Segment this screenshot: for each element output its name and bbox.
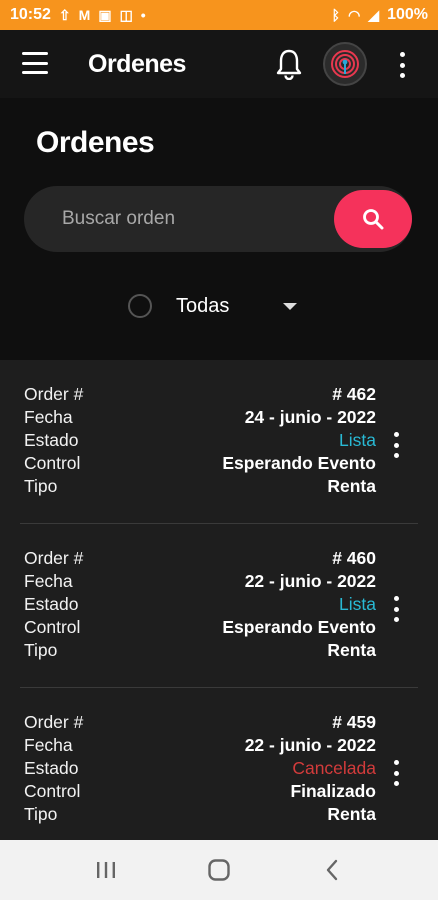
- order-label: Estado: [24, 430, 79, 450]
- order-label: Order #: [24, 384, 84, 404]
- order-row-type: Tipo Renta: [24, 640, 376, 663]
- wifi-icon: ◠: [348, 6, 361, 23]
- order-value: # 462: [332, 384, 376, 404]
- order-status-value: Lista: [339, 430, 376, 450]
- image-icon: ◫: [119, 6, 133, 23]
- order-row-number: Order # # 459: [24, 712, 376, 735]
- order-label: Estado: [24, 594, 79, 614]
- order-label: Order #: [24, 548, 84, 568]
- order-row-status: Estado Lista: [24, 594, 376, 617]
- hamburger-menu-icon[interactable]: [22, 52, 48, 74]
- order-row-control: Control Finalizado: [24, 781, 376, 804]
- order-row-control: Control Esperando Evento: [24, 453, 376, 476]
- upload-icon: ⇧: [58, 6, 71, 23]
- order-label: Fecha: [24, 735, 73, 755]
- battery-icon: 100%: [387, 6, 428, 23]
- order-status-value: Lista: [339, 594, 376, 614]
- search-bar: [24, 186, 412, 252]
- order-value: Finalizado: [290, 781, 376, 801]
- order-value: Esperando Evento: [222, 453, 376, 473]
- system-navigation-bar: [0, 840, 438, 900]
- order-more-icon[interactable]: [390, 596, 402, 622]
- order-value: Renta: [327, 640, 376, 660]
- order-row-number: Order # # 462: [24, 384, 376, 407]
- dot-icon: •: [140, 7, 146, 23]
- filter-radio[interactable]: [128, 294, 152, 318]
- divider: [20, 687, 418, 688]
- order-label: Control: [24, 617, 81, 637]
- filter-selected-label: Todas: [176, 294, 230, 317]
- page-title: Ordenes: [36, 126, 155, 159]
- status-bar: 10:52 ⇧ M ▣ ◫ • ᛒ ◠ ◢ 100%: [0, 0, 438, 30]
- order-status-value: Cancelada: [292, 758, 376, 778]
- order-row-control: Control Esperando Evento: [24, 617, 376, 640]
- order-value: Renta: [327, 804, 376, 824]
- order-row-type: Tipo Renta: [24, 476, 376, 499]
- order-more-icon[interactable]: [390, 760, 402, 786]
- order-card[interactable]: Order # # 459 Fecha 22 - junio - 2022 Esta…: [0, 712, 438, 840]
- orders-list: Order # # 462 Fecha 24 - junio - 2022 Esta…: [0, 360, 438, 840]
- signal-icon: ◢: [368, 6, 380, 23]
- order-label: Estado: [24, 758, 79, 778]
- chevron-down-icon: [283, 302, 298, 310]
- order-value: Esperando Evento: [222, 617, 376, 637]
- order-row-date: Fecha 22 - junio - 2022: [24, 571, 376, 594]
- broadcast-icon: [331, 50, 359, 78]
- order-label: Tipo: [24, 476, 58, 496]
- order-value: # 459: [332, 712, 376, 732]
- order-row-status: Estado Lista: [24, 430, 376, 453]
- search-input[interactable]: [62, 204, 322, 234]
- order-label: Order #: [24, 712, 84, 732]
- order-value: # 460: [332, 548, 376, 568]
- status-time: 10:52: [10, 6, 51, 23]
- status-filter-dropdown[interactable]: Todas: [128, 294, 298, 318]
- bluetooth-icon: ᛒ: [331, 7, 341, 23]
- order-row-date: Fecha 22 - junio - 2022: [24, 735, 376, 758]
- profile-avatar[interactable]: [323, 42, 367, 86]
- app-bar: Ordenes: [0, 30, 438, 98]
- order-value: 24 - junio - 2022: [244, 407, 376, 427]
- order-row-date: Fecha 24 - junio - 2022: [24, 407, 376, 430]
- order-label: Fecha: [24, 407, 73, 427]
- more-options-icon[interactable]: [392, 52, 412, 78]
- order-row-number: Order # # 460: [24, 548, 376, 571]
- app-bar-title: Ordenes: [88, 50, 186, 78]
- order-row-status: Estado Cancelada: [24, 758, 376, 781]
- order-label: Tipo: [24, 804, 58, 824]
- order-more-icon[interactable]: [390, 432, 402, 458]
- gmail-icon: M: [78, 7, 91, 23]
- order-label: Fecha: [24, 571, 73, 591]
- order-row-type: Tipo Renta: [24, 804, 376, 827]
- home-icon[interactable]: [199, 850, 239, 890]
- search-section: Ordenes Todas: [0, 98, 438, 360]
- order-value: 22 - junio - 2022: [244, 571, 376, 591]
- order-label: Control: [24, 781, 81, 801]
- notification-bell-icon[interactable]: [274, 48, 304, 81]
- divider: [20, 523, 418, 524]
- order-value: 22 - junio - 2022: [244, 735, 376, 755]
- search-button[interactable]: [334, 190, 412, 248]
- recent-apps-icon[interactable]: [86, 850, 126, 890]
- order-label: Control: [24, 453, 81, 473]
- back-icon[interactable]: [312, 850, 352, 890]
- search-icon: [363, 209, 384, 230]
- order-label: Tipo: [24, 640, 58, 660]
- order-value: Renta: [327, 476, 376, 496]
- calendar-icon: ▣: [98, 6, 112, 23]
